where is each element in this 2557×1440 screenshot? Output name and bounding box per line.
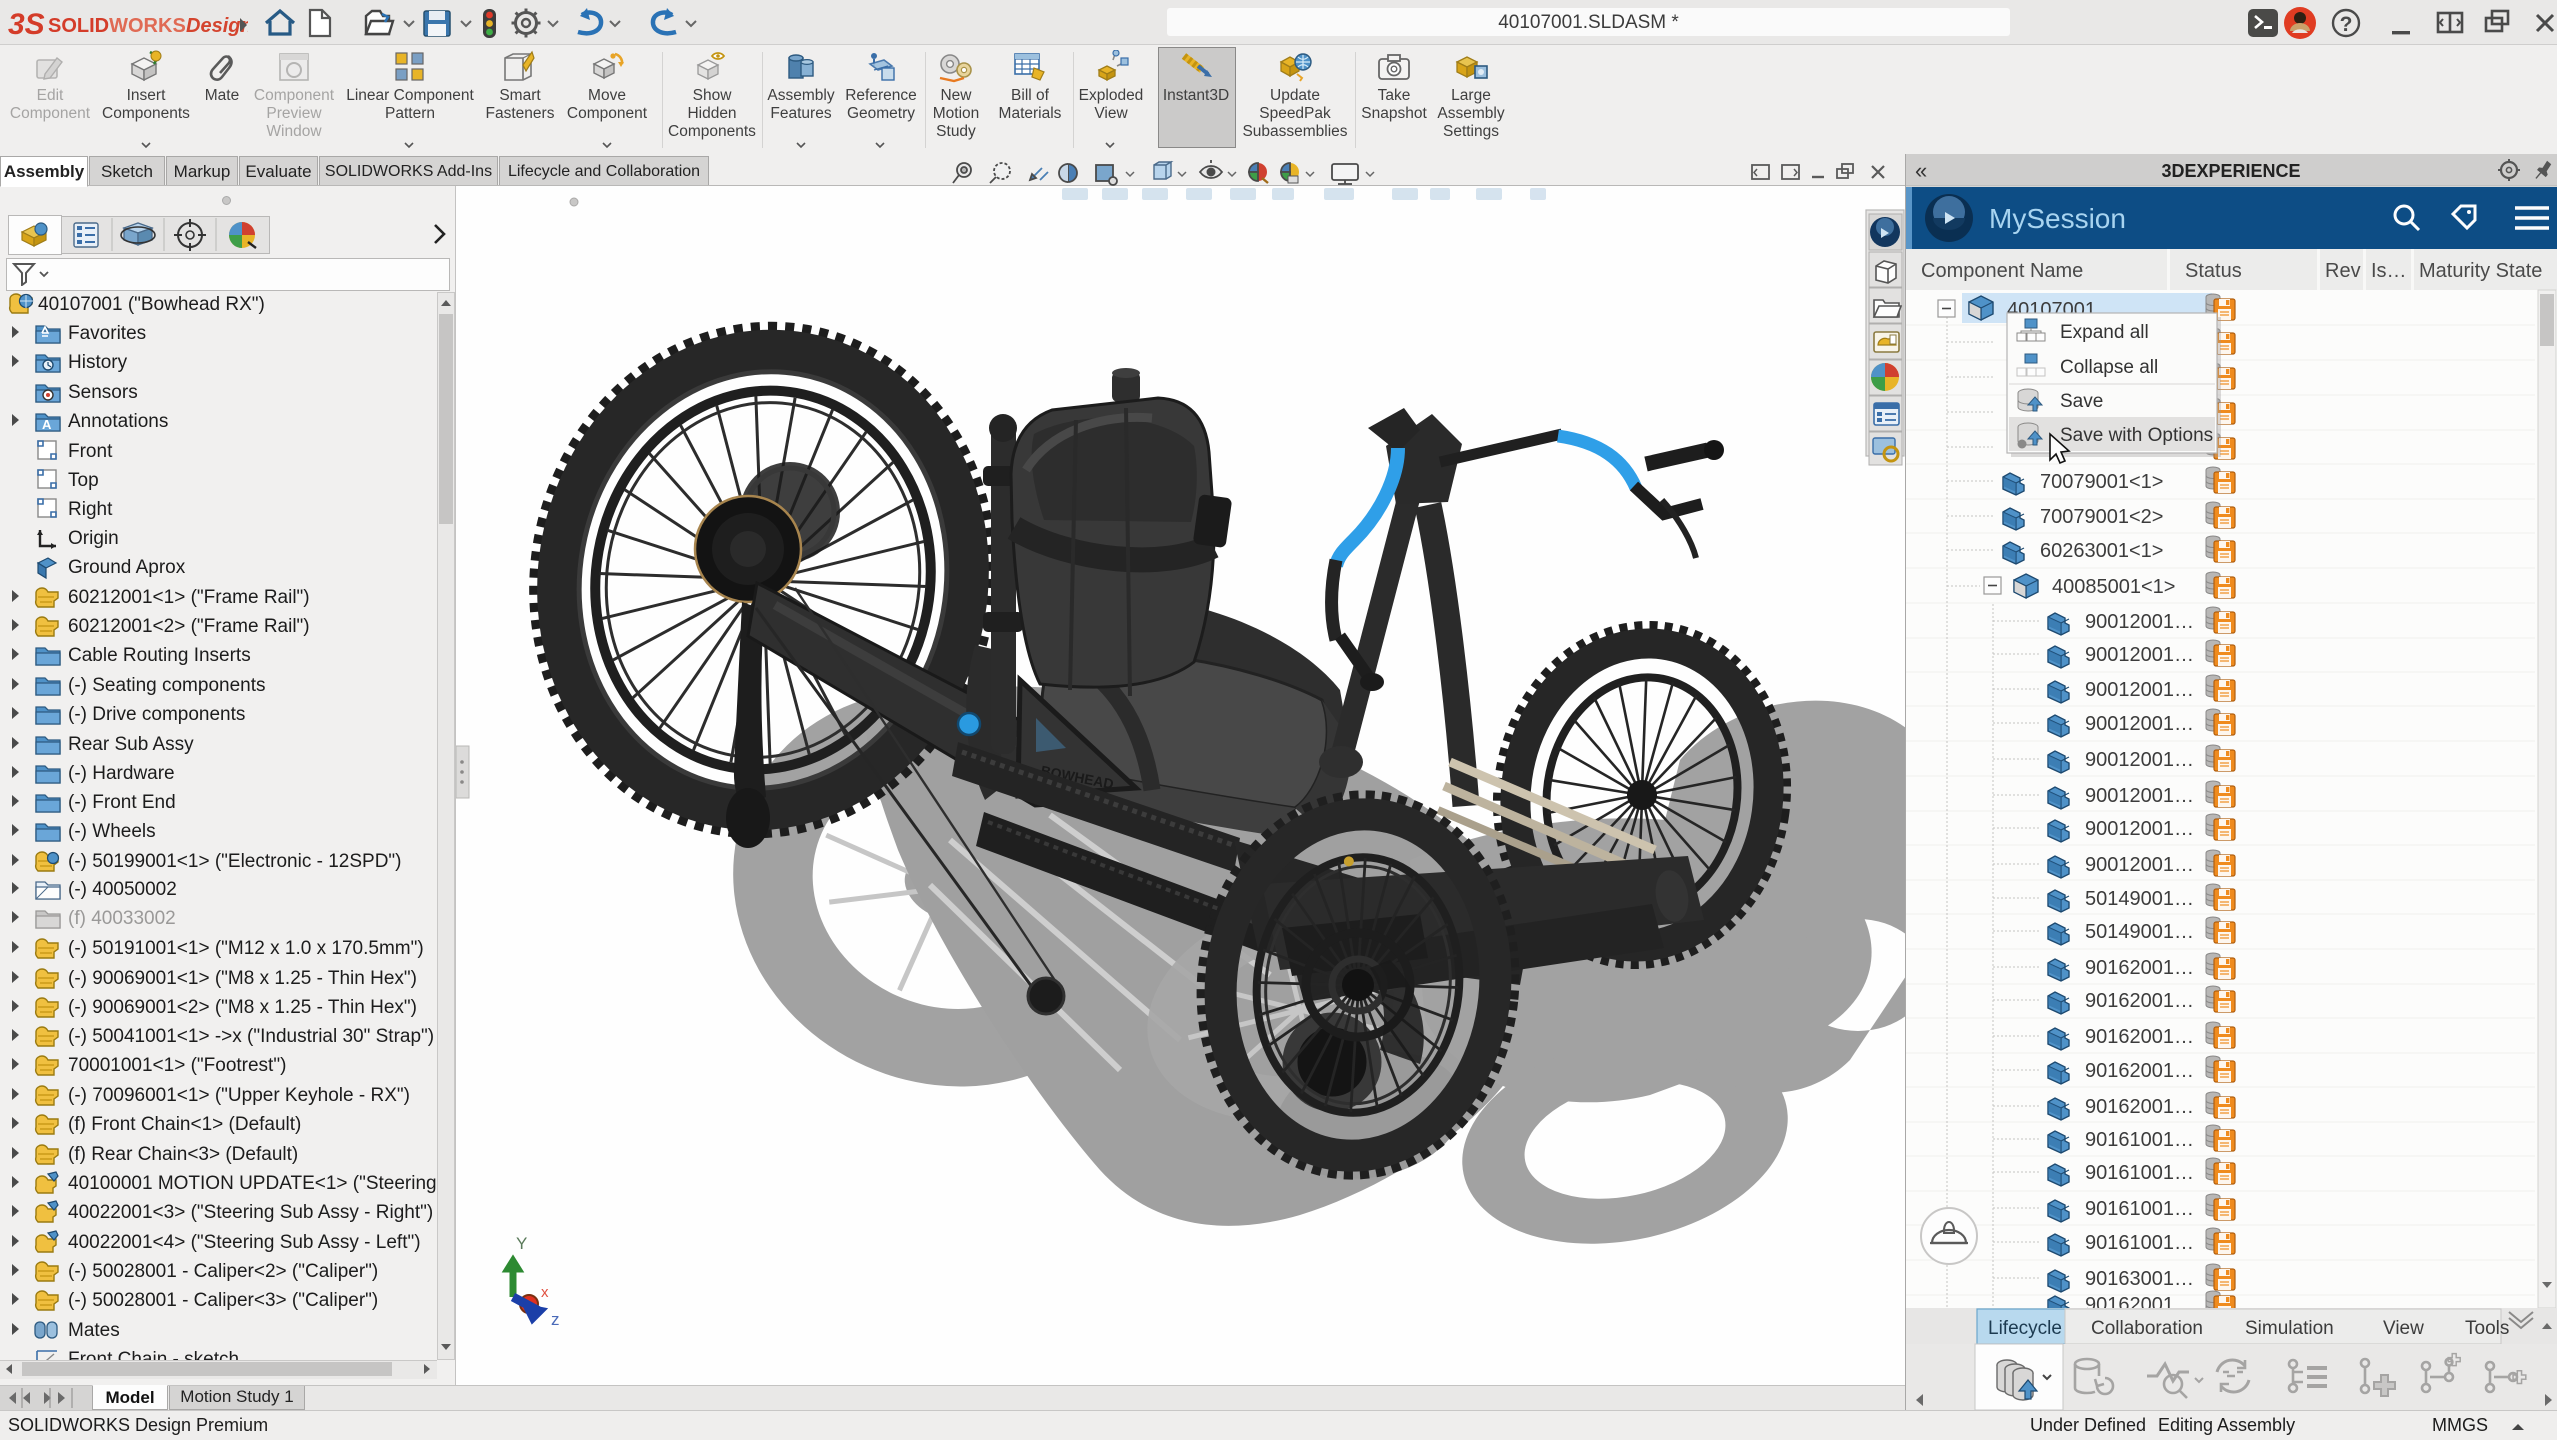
svg-text:90162001…: 90162001… (2085, 990, 2194, 1012)
svg-text:(-) Drive components: (-) Drive components (68, 704, 245, 725)
svg-text:Design: Design (186, 15, 248, 37)
svg-text:40100001 MOTION UPDATE<1> ("St: 40100001 MOTION UPDATE<1> ("Steering Sub… (68, 1173, 438, 1194)
svg-text:70079001<2>: 70079001<2> (2040, 506, 2163, 528)
svg-text:(-) Hardware: (-) Hardware (68, 763, 175, 784)
svg-text:Collaboration: Collaboration (2091, 1318, 2203, 1339)
svg-text:z: z (551, 1310, 560, 1329)
svg-text:Is…: Is… (2371, 260, 2407, 282)
svg-text:90012001…: 90012001… (2085, 818, 2194, 840)
svg-text:Top: Top (68, 470, 99, 491)
svg-text:3DEXPERIENCE: 3DEXPERIENCE (2161, 161, 2300, 181)
svg-text:90163001…: 90163001… (2085, 1268, 2194, 1290)
svg-text:Tools: Tools (2465, 1318, 2509, 1339)
svg-text:60212001<2> ("Frame Rail"): 60212001<2> ("Frame Rail") (68, 616, 310, 637)
svg-text:?: ? (2340, 13, 2353, 36)
svg-text:40022001<4> ("Steering Sub Ass: 40022001<4> ("Steering Sub Assy - Left") (68, 1232, 421, 1253)
svg-text:Rev: Rev (2325, 260, 2361, 282)
svg-text:50149001…: 50149001… (2085, 921, 2194, 943)
svg-text:(-) Seating components: (-) Seating components (68, 675, 266, 696)
svg-text:Expand all: Expand all (2060, 322, 2149, 343)
svg-text:(-) 70096001<1> ("Upper Keyhol: (-) 70096001<1> ("Upper Keyhole - RX") (68, 1085, 410, 1106)
svg-text:(-) Front End: (-) Front End (68, 792, 176, 813)
svg-text:(-) 90069001<1> ("M8 x 1.25 -: (-) 90069001<1> ("M8 x 1.25 - Thin Hex") (68, 968, 417, 989)
svg-text:90162001…: 90162001… (2085, 1096, 2194, 1118)
svg-text:90012001…: 90012001… (2085, 713, 2194, 735)
svg-text:90162001…: 90162001… (2085, 957, 2194, 979)
svg-text:A: A (42, 417, 52, 432)
svg-text:Front: Front (68, 441, 113, 462)
svg-text:60263001<1>: 60263001<1> (2040, 540, 2163, 562)
svg-text:90012001…: 90012001… (2085, 644, 2194, 666)
svg-text:View: View (2383, 1318, 2424, 1339)
svg-text:SOLIDWORKS: SOLIDWORKS (48, 15, 186, 37)
svg-text:Right: Right (68, 499, 113, 520)
svg-text:(f) Rear Chain<3> (Default): (f) Rear Chain<3> (Default) (68, 1144, 298, 1165)
svg-text:(-) 50028001 - Caliper<3> ("Ca: (-) 50028001 - Caliper<3> ("Caliper") (68, 1290, 378, 1311)
svg-text:(-) 50199001<1> ("Electronic -: (-) 50199001<1> ("Electronic - 12SPD") (68, 851, 401, 872)
svg-text:90161001…: 90161001… (2085, 1162, 2194, 1184)
svg-text:(-) 50028001 - Caliper<2> ("Ca: (-) 50028001 - Caliper<2> ("Caliper") (68, 1261, 378, 1282)
svg-text:Component Name: Component Name (1921, 260, 2083, 282)
svg-text:70001001<1> ("Footrest"): 70001001<1> ("Footrest") (68, 1055, 286, 1076)
svg-text:Rear Sub Assy: Rear Sub Assy (68, 734, 194, 755)
svg-text:3S: 3S (8, 8, 45, 40)
svg-text:Simulation: Simulation (2245, 1318, 2334, 1339)
svg-text:40085001<1>: 40085001<1> (2052, 576, 2175, 598)
svg-text:History: History (68, 352, 128, 373)
svg-text:40022001<3> ("Steering Sub Ass: 40022001<3> ("Steering Sub Assy - Right"… (68, 1202, 433, 1223)
svg-text:40107001 ("Bowhead RX"): 40107001 ("Bowhead RX") (38, 294, 265, 315)
svg-text:(-) 50191001<1> ("M12 x 1.0 x: (-) 50191001<1> ("M12 x 1.0 x 170.5mm") (68, 938, 424, 959)
svg-text:90012001…: 90012001… (2085, 854, 2194, 876)
svg-text:Status: Status (2185, 260, 2242, 282)
svg-text:(-) 50041001<1> ->x ("Industri: (-) 50041001<1> ->x ("Industrial 30" Str… (68, 1026, 434, 1047)
svg-text:Mates: Mates (68, 1320, 120, 1341)
svg-text:90162001…: 90162001… (2085, 1060, 2194, 1082)
svg-text:Ground Aprox: Ground Aprox (68, 557, 186, 578)
svg-text:Collapse all: Collapse all (2060, 357, 2158, 378)
svg-text:90012001…: 90012001… (2085, 749, 2194, 771)
svg-text:90012001…: 90012001… (2085, 611, 2194, 633)
svg-text:90161001…: 90161001… (2085, 1198, 2194, 1220)
svg-text:MySession: MySession (1989, 203, 2126, 234)
svg-text:90161001…: 90161001… (2085, 1232, 2194, 1254)
svg-text:(-) 40050002: (-) 40050002 (68, 879, 177, 900)
svg-text:70079001<1>: 70079001<1> (2040, 471, 2163, 493)
svg-text:Lifecycle: Lifecycle (1988, 1318, 2062, 1339)
svg-text:(f) 40033002: (f) 40033002 (68, 908, 176, 929)
svg-text:Annotations: Annotations (68, 411, 168, 432)
svg-text:Save: Save (2060, 391, 2103, 412)
svg-text:90012001…: 90012001… (2085, 679, 2194, 701)
svg-text:60212001<1> ("Frame Rail"): 60212001<1> ("Frame Rail") (68, 587, 310, 608)
svg-text:50149001…: 50149001… (2085, 888, 2194, 910)
svg-text:Favorites: Favorites (68, 323, 146, 344)
svg-text:«: « (1915, 158, 1927, 183)
svg-text:Sensors: Sensors (68, 382, 138, 403)
svg-text:(f) Front Chain<1> (Default): (f) Front Chain<1> (Default) (68, 1114, 301, 1135)
svg-text:Save with Options: Save with Options (2060, 425, 2213, 446)
svg-text:90161001…: 90161001… (2085, 1129, 2194, 1151)
svg-text:Y: Y (516, 1234, 527, 1253)
svg-text:Origin: Origin (68, 528, 119, 549)
svg-text:Maturity State: Maturity State (2419, 260, 2542, 282)
svg-text:x: x (541, 1284, 549, 1301)
svg-text:(-) 90069001<2> ("M8 x 1.25 -: (-) 90069001<2> ("M8 x 1.25 - Thin Hex") (68, 997, 417, 1018)
svg-text:90162001…: 90162001… (2085, 1026, 2194, 1048)
svg-text:90012001…: 90012001… (2085, 785, 2194, 807)
svg-text:(-) Wheels: (-) Wheels (68, 821, 156, 842)
svg-text:Cable Routing Inserts: Cable Routing Inserts (68, 645, 251, 666)
